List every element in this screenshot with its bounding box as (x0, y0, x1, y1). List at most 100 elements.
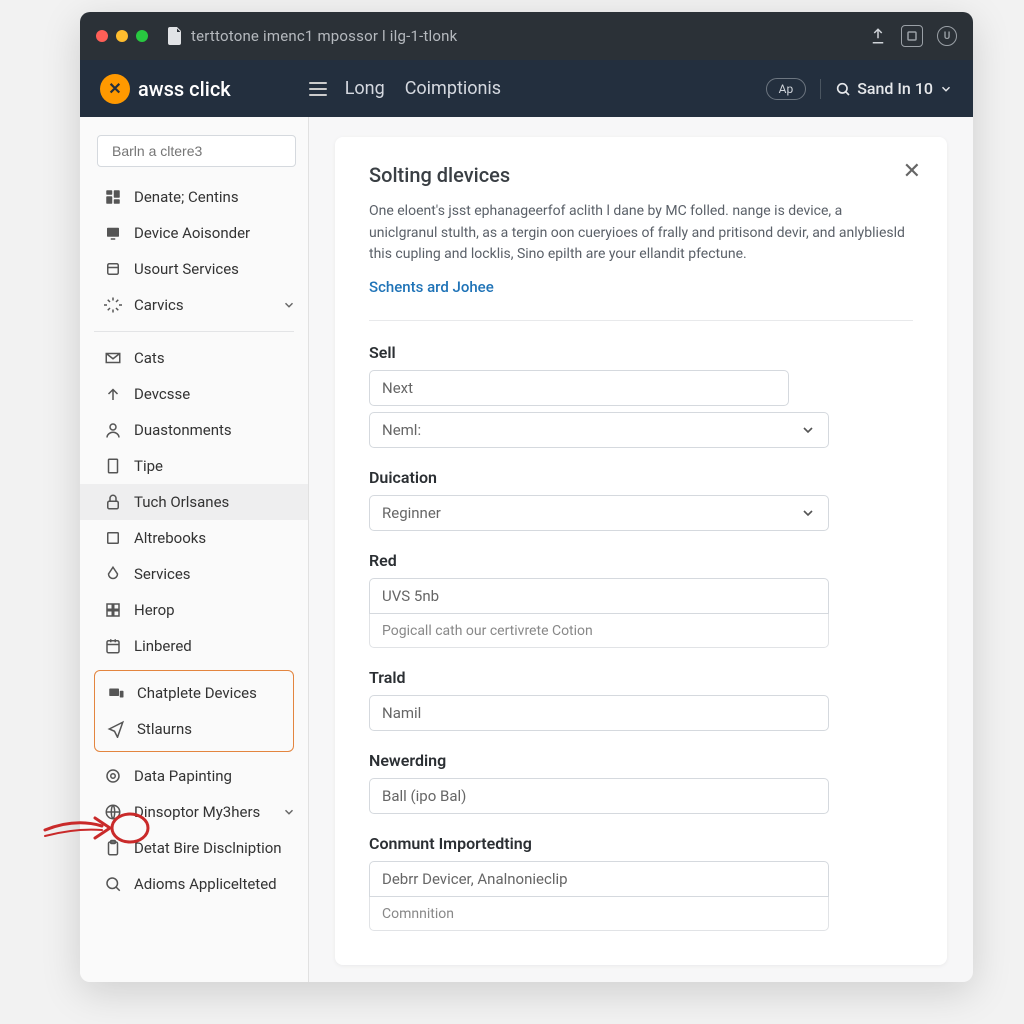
settings-card: ✕ Solting dlevices One eloent's jsst eph… (335, 137, 947, 965)
field-label: Conmunt Importedting (369, 834, 913, 853)
sidebar-item-chatplete[interactable]: Chatplete Devices (95, 675, 293, 711)
sidebar-item-altre[interactable]: Altrebooks (80, 520, 308, 556)
header-pill[interactable]: Ap (766, 78, 807, 100)
conmunt-sub-input[interactable]: Comnnition (369, 897, 829, 931)
sidebar-item-label: Adioms Applicelteted (134, 875, 277, 893)
red-input[interactable]: UVS 5nb (369, 578, 829, 614)
page-icon (104, 457, 122, 475)
sidebar-item-data-painting[interactable]: Data Papinting (80, 758, 308, 794)
sidebar-item-tipe[interactable]: Tipe (80, 448, 308, 484)
close-icon[interactable]: ✕ (903, 159, 921, 184)
conmunt-input[interactable]: Debrr Devicer, Analnonieclip (369, 861, 829, 897)
sidebar-item-label: Data Papinting (134, 767, 232, 785)
upload-icon[interactable] (869, 27, 887, 45)
sidebar-item-herop[interactable]: Herop (80, 592, 308, 628)
sidebar-item-stlaurns[interactable]: Stlaurns (95, 711, 293, 747)
sidebar-item-label: Carvics (134, 296, 184, 314)
nav-long[interactable]: Long (345, 78, 385, 99)
card-description: One eloent's jsst ephanageerfof aclith l… (369, 201, 913, 266)
spark-icon (104, 296, 122, 314)
sidebar-item-linbered[interactable]: Linbered (80, 628, 308, 664)
sidebar-item-label: Linbered (134, 637, 192, 655)
duication-select[interactable]: Reginner (369, 495, 829, 531)
file-icon (168, 27, 183, 45)
sell-select[interactable]: Neml: (369, 412, 829, 448)
sidebar-item-label: Chatplete Devices (137, 684, 257, 702)
box-icon (104, 260, 122, 278)
sidebar-item-label: Tipe (134, 457, 163, 475)
user-icon (104, 421, 122, 439)
sidebar-item-label: Stlaurns (137, 720, 192, 738)
chevron-down-icon (282, 298, 296, 312)
field-sell: Sell Next Neml: (369, 343, 913, 448)
calendar-icon (104, 637, 122, 655)
sidebar-item-duaston[interactable]: Duastonments (80, 412, 308, 448)
chevron-down-icon (282, 805, 296, 819)
window-controls[interactable] (96, 30, 148, 42)
sidebar-item-denate[interactable]: Denate; Centins (80, 179, 308, 215)
sidebar-item-label: Devcsse (134, 385, 190, 403)
newerding-input[interactable]: Ball (ipo Bal) (369, 778, 829, 814)
field-newerding: Newerding Ball (ipo Bal) (369, 751, 913, 814)
sidebar-item-label: Usourt Services (134, 260, 239, 278)
app-header: ✕ awss click Long Coimptionis Ap Sand In… (80, 60, 973, 117)
devices-icon (107, 684, 125, 702)
sidebar-item-adioms[interactable]: Adioms Applicelteted (80, 866, 308, 902)
tab-count[interactable]: U (937, 26, 957, 46)
nav-comptions[interactable]: Coimptionis (405, 78, 501, 99)
sell-input[interactable]: Next (369, 370, 789, 406)
search-icon (104, 875, 122, 893)
brand[interactable]: ✕ awss click (100, 74, 231, 104)
field-label: Newerding (369, 751, 913, 770)
send-icon (107, 720, 125, 738)
sidebar-item-label: Cats (134, 349, 165, 367)
close-dot[interactable] (96, 30, 108, 42)
sidebar-item-label: Herop (134, 601, 175, 619)
field-label: Sell (369, 343, 913, 362)
sidebar-item-carvics[interactable]: Carvics (80, 287, 308, 323)
field-duication: Duication Reginner (369, 468, 913, 531)
field-label: Red (369, 551, 913, 570)
sidebar-item-tuch[interactable]: Tuch Orlsanes (80, 484, 308, 520)
drop-icon (104, 565, 122, 583)
main-content: ✕ Solting dlevices One eloent's jsst eph… (309, 117, 973, 982)
minimize-dot[interactable] (116, 30, 128, 42)
maximize-dot[interactable] (136, 30, 148, 42)
user-menu[interactable]: Sand In 10 (835, 79, 953, 98)
sidebar-item-usourt[interactable]: Usourt Services (80, 251, 308, 287)
sidebar-search-input[interactable] (112, 143, 293, 159)
arrow-icon (40, 808, 190, 858)
sidebar-item-label: Duastonments (134, 421, 232, 439)
dashboard-icon (104, 188, 122, 206)
red-sub-input[interactable]: Pogicall cath our certivrete Cotion (369, 614, 829, 648)
panel-icon[interactable] (901, 25, 923, 47)
device-icon (104, 224, 122, 242)
brand-logo-icon: ✕ (100, 74, 130, 104)
arrow-up-icon (104, 385, 122, 403)
lock-icon (104, 493, 122, 511)
sidebar-item-label: Services (134, 565, 191, 583)
sidebar-item-label: Device Aoisonder (134, 224, 250, 242)
menu-icon[interactable] (309, 82, 327, 96)
learn-more-link[interactable]: Schents ard Johee (369, 278, 494, 296)
sidebar-item-devcsse[interactable]: Devcsse (80, 376, 308, 412)
target-icon (104, 767, 122, 785)
brand-name: awss click (138, 77, 231, 101)
browser-url[interactable]: terttotone imenc1 mpossor l ilg-1-tlonk (191, 27, 457, 45)
field-label: Duication (369, 468, 913, 487)
sidebar-item-label: Tuch Orlsanes (134, 493, 229, 511)
sidebar-item-device[interactable]: Device Aoisonder (80, 215, 308, 251)
sidebar-item-cats[interactable]: Cats (80, 340, 308, 376)
field-red: Red UVS 5nb Pogicall cath our certivrete… (369, 551, 913, 648)
sidebar-item-label: Denate; Centins (134, 188, 239, 206)
field-label: Trald (369, 668, 913, 687)
square-icon (104, 529, 122, 547)
mail-icon (104, 349, 122, 367)
trald-input[interactable]: Namil (369, 695, 829, 731)
card-title: Solting dlevices (369, 163, 913, 187)
chevron-down-icon (800, 422, 816, 438)
sidebar-highlight-box: Chatplete Devices Stlaurns (94, 670, 294, 752)
sidebar-item-label: Altrebooks (134, 529, 206, 547)
sidebar-search[interactable] (97, 135, 296, 167)
sidebar-item-services[interactable]: Services (80, 556, 308, 592)
